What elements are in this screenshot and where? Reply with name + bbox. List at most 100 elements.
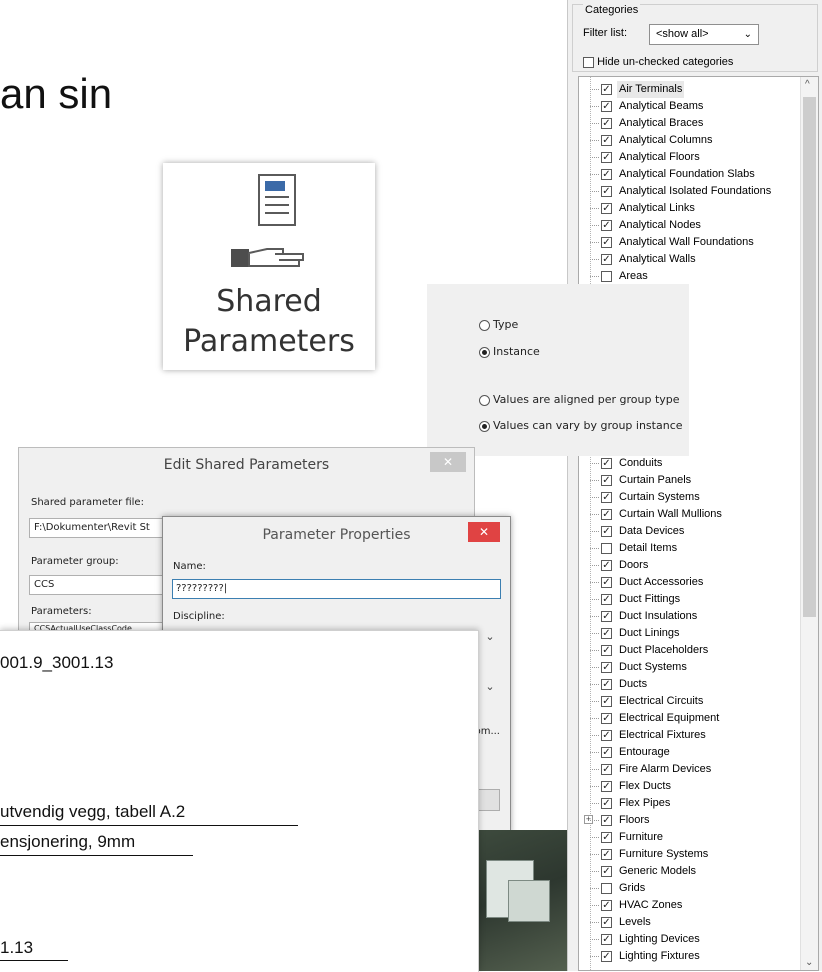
group-aligned-radio[interactable] bbox=[479, 394, 490, 406]
name-input[interactable]: ?????????| bbox=[172, 579, 501, 599]
pp-close-button[interactable]: ✕ bbox=[468, 522, 500, 542]
category-item[interactable]: ✓ Doors bbox=[579, 557, 804, 574]
category-checkbox[interactable]: ✓ bbox=[601, 628, 612, 639]
category-checkbox[interactable]: ✓ bbox=[601, 645, 612, 656]
category-checkbox[interactable]: ✓ bbox=[601, 509, 612, 520]
category-checkbox[interactable]: ✓ bbox=[601, 186, 612, 197]
category-checkbox[interactable]: ✓ bbox=[601, 713, 612, 724]
category-item[interactable]: ✓ Levels bbox=[579, 914, 804, 931]
esp-titlebar[interactable]: Edit Shared Parameters ✕ bbox=[19, 448, 474, 482]
category-item[interactable]: ✓ Furniture bbox=[579, 829, 804, 846]
category-item[interactable]: ✓ Flex Pipes bbox=[579, 795, 804, 812]
category-item[interactable]: ✓ Lighting Fixtures bbox=[579, 948, 804, 965]
category-item[interactable]: ✓ Generic Models bbox=[579, 863, 804, 880]
category-item[interactable]: ✓ Lighting Devices bbox=[579, 931, 804, 948]
category-checkbox[interactable]: ✓ bbox=[601, 220, 612, 231]
instance-radio[interactable] bbox=[479, 346, 490, 358]
category-checkbox[interactable]: ✓ bbox=[601, 254, 612, 265]
category-item[interactable]: ✓ Ducts bbox=[579, 676, 804, 693]
category-item[interactable]: ✓ Electrical Circuits bbox=[579, 693, 804, 710]
category-checkbox[interactable]: ✓ bbox=[601, 475, 612, 486]
category-item[interactable]: Detail Items bbox=[579, 540, 804, 557]
type-radio[interactable] bbox=[479, 319, 490, 331]
category-item[interactable]: ✓ Duct Insulations bbox=[579, 608, 804, 625]
hide-unchecked-checkbox[interactable] bbox=[583, 56, 594, 68]
esp-close-button[interactable]: ✕ bbox=[430, 452, 466, 472]
category-item[interactable]: Grids bbox=[579, 880, 804, 897]
category-checkbox[interactable]: ✓ bbox=[601, 764, 612, 775]
category-checkbox[interactable]: ✓ bbox=[601, 832, 612, 843]
category-checkbox[interactable]: ✓ bbox=[601, 798, 612, 809]
category-checkbox[interactable]: ✓ bbox=[601, 951, 612, 962]
category-checkbox[interactable]: ✓ bbox=[601, 152, 612, 163]
category-item[interactable]: ✓ Analytical Links bbox=[579, 200, 804, 217]
category-checkbox[interactable]: ✓ bbox=[601, 815, 612, 826]
category-item[interactable]: ✓ Curtain Systems bbox=[579, 489, 804, 506]
category-item[interactable]: ✓ Duct Systems bbox=[579, 659, 804, 676]
category-checkbox[interactable]: ✓ bbox=[601, 169, 612, 180]
category-item[interactable]: Areas bbox=[579, 268, 804, 285]
category-item[interactable]: ✓ Conduits bbox=[579, 455, 804, 472]
filter-list-select[interactable]: <show all> ⌄ bbox=[649, 24, 759, 45]
category-item[interactable]: ✓ Curtain Wall Mullions bbox=[579, 506, 804, 523]
type-chevron-down-icon[interactable]: ⌄ bbox=[480, 677, 500, 697]
category-checkbox[interactable] bbox=[601, 883, 612, 894]
category-checkbox[interactable]: ✓ bbox=[601, 730, 612, 741]
category-checkbox[interactable]: ✓ bbox=[601, 866, 612, 877]
hide-unchecked-row[interactable]: Hide un-checked categories bbox=[583, 56, 733, 68]
group-vary-radio[interactable] bbox=[479, 420, 490, 432]
category-checkbox[interactable]: ✓ bbox=[601, 849, 612, 860]
category-checkbox[interactable]: ✓ bbox=[601, 696, 612, 707]
category-item[interactable]: ✓ Analytical Beams bbox=[579, 98, 804, 115]
discipline-chevron-down-icon[interactable]: ⌄ bbox=[480, 627, 500, 647]
category-checkbox[interactable]: ✓ bbox=[601, 934, 612, 945]
category-item[interactable]: ✓ Electrical Fixtures bbox=[579, 727, 804, 744]
category-checkbox[interactable]: ✓ bbox=[601, 781, 612, 792]
category-checkbox[interactable]: ✓ bbox=[601, 594, 612, 605]
shared-file-field[interactable]: F:\Dokumenter\Revit St bbox=[29, 518, 169, 538]
category-item[interactable]: ✓ Air Terminals bbox=[579, 81, 804, 98]
category-item[interactable]: ✓ Duct Fittings bbox=[579, 591, 804, 608]
category-item[interactable]: ✓ HVAC Zones bbox=[579, 897, 804, 914]
category-item[interactable]: ✓ Duct Linings bbox=[579, 625, 804, 642]
group-vary-radio-row[interactable]: Values can vary by group instance bbox=[479, 419, 683, 432]
category-checkbox[interactable]: ✓ bbox=[601, 101, 612, 112]
category-list[interactable]: ^ ⌄ ✓ Air Terminals ✓ Analytical Beams ✓ Anal… bbox=[578, 76, 819, 971]
category-item[interactable]: ✓ Analytical Nodes bbox=[579, 217, 804, 234]
category-item[interactable]: + ✓ Floors bbox=[579, 812, 804, 829]
category-item[interactable]: ✓ Duct Accessories bbox=[579, 574, 804, 591]
group-aligned-radio-row[interactable]: Values are aligned per group type bbox=[479, 393, 680, 406]
category-checkbox[interactable]: ✓ bbox=[601, 917, 612, 928]
parameter-group-select[interactable]: CCS bbox=[29, 575, 169, 595]
instance-radio-row[interactable]: Instance bbox=[479, 345, 540, 358]
category-checkbox[interactable]: ✓ bbox=[601, 662, 612, 673]
type-radio-row[interactable]: Type bbox=[479, 318, 518, 331]
category-checkbox[interactable]: ✓ bbox=[601, 611, 612, 622]
category-checkbox[interactable]: ✓ bbox=[601, 135, 612, 146]
category-checkbox[interactable]: ✓ bbox=[601, 577, 612, 588]
category-item[interactable]: ✓ Duct Placeholders bbox=[579, 642, 804, 659]
category-item[interactable]: ✓ Analytical Isolated Foundations bbox=[579, 183, 804, 200]
category-checkbox[interactable]: ✓ bbox=[601, 237, 612, 248]
category-item[interactable]: ✓ Analytical Columns bbox=[579, 132, 804, 149]
category-checkbox[interactable]: ✓ bbox=[601, 900, 612, 911]
category-checkbox[interactable] bbox=[601, 271, 612, 282]
category-checkbox[interactable]: ✓ bbox=[601, 492, 612, 503]
category-checkbox[interactable]: ✓ bbox=[601, 118, 612, 129]
category-item[interactable]: ✓ Entourage bbox=[579, 744, 804, 761]
category-item[interactable]: ✓ Curtain Panels bbox=[579, 472, 804, 489]
category-item[interactable]: ✓ Flex Ducts bbox=[579, 778, 804, 795]
category-item[interactable]: ✓ Analytical Foundation Slabs bbox=[579, 166, 804, 183]
scroll-up-icon[interactable]: ^ bbox=[805, 79, 810, 90]
shared-parameters-button[interactable]: Shared Parameters bbox=[163, 163, 375, 370]
category-checkbox[interactable]: ✓ bbox=[601, 560, 612, 571]
category-checkbox[interactable] bbox=[601, 543, 612, 554]
category-item[interactable]: ✓ Furniture Systems bbox=[579, 846, 804, 863]
category-item[interactable]: ✓ Analytical Walls bbox=[579, 251, 804, 268]
category-item[interactable]: ✓ Electrical Equipment bbox=[579, 710, 804, 727]
category-checkbox[interactable]: ✓ bbox=[601, 203, 612, 214]
category-item[interactable]: ✓ Analytical Floors bbox=[579, 149, 804, 166]
category-item[interactable]: ✓ Data Devices bbox=[579, 523, 804, 540]
scrollbar-thumb[interactable] bbox=[803, 97, 816, 617]
category-item[interactable]: ✓ Analytical Braces bbox=[579, 115, 804, 132]
